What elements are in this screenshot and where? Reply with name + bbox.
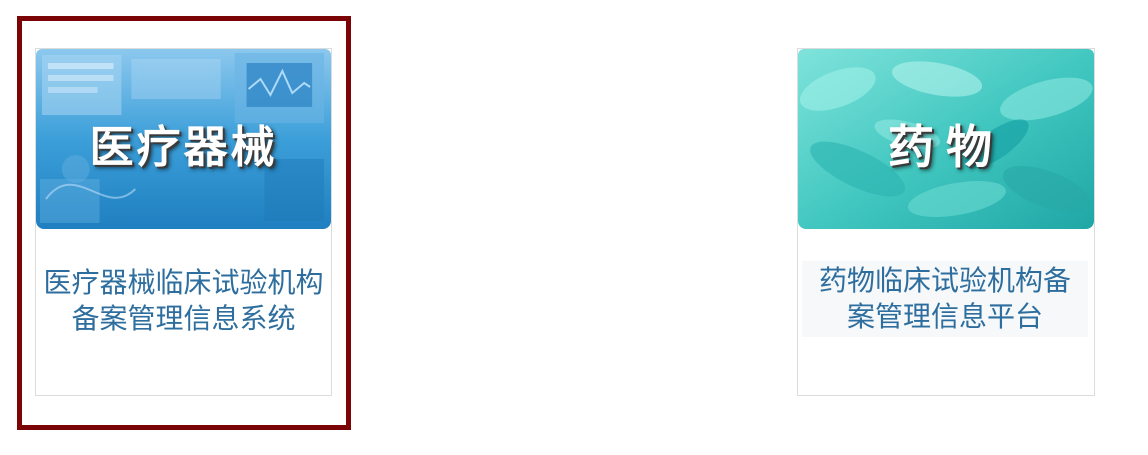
medical-device-system-link[interactable]: 医疗器械临床试验机构备案管理信息系统 xyxy=(36,265,331,337)
drug-banner-image[interactable]: 药物 xyxy=(798,49,1094,229)
medical-device-banner-title: 医疗器械 xyxy=(89,122,278,173)
portal-stage: 医疗器械 医疗器械临床试验机构备案管理信息系统 药物 药物临床试验机构备案管理信… xyxy=(0,0,1148,455)
medical-device-system-card[interactable]: 医疗器械 医疗器械临床试验机构备案管理信息系统 xyxy=(35,48,332,396)
drug-banner-title: 药物 xyxy=(888,120,1004,174)
drug-platform-card[interactable]: 药物 药物临床试验机构备案管理信息平台 xyxy=(797,48,1095,396)
medical-device-banner-image[interactable]: 医疗器械 xyxy=(36,49,331,229)
drug-platform-link[interactable]: 药物临床试验机构备案管理信息平台 xyxy=(802,261,1088,337)
